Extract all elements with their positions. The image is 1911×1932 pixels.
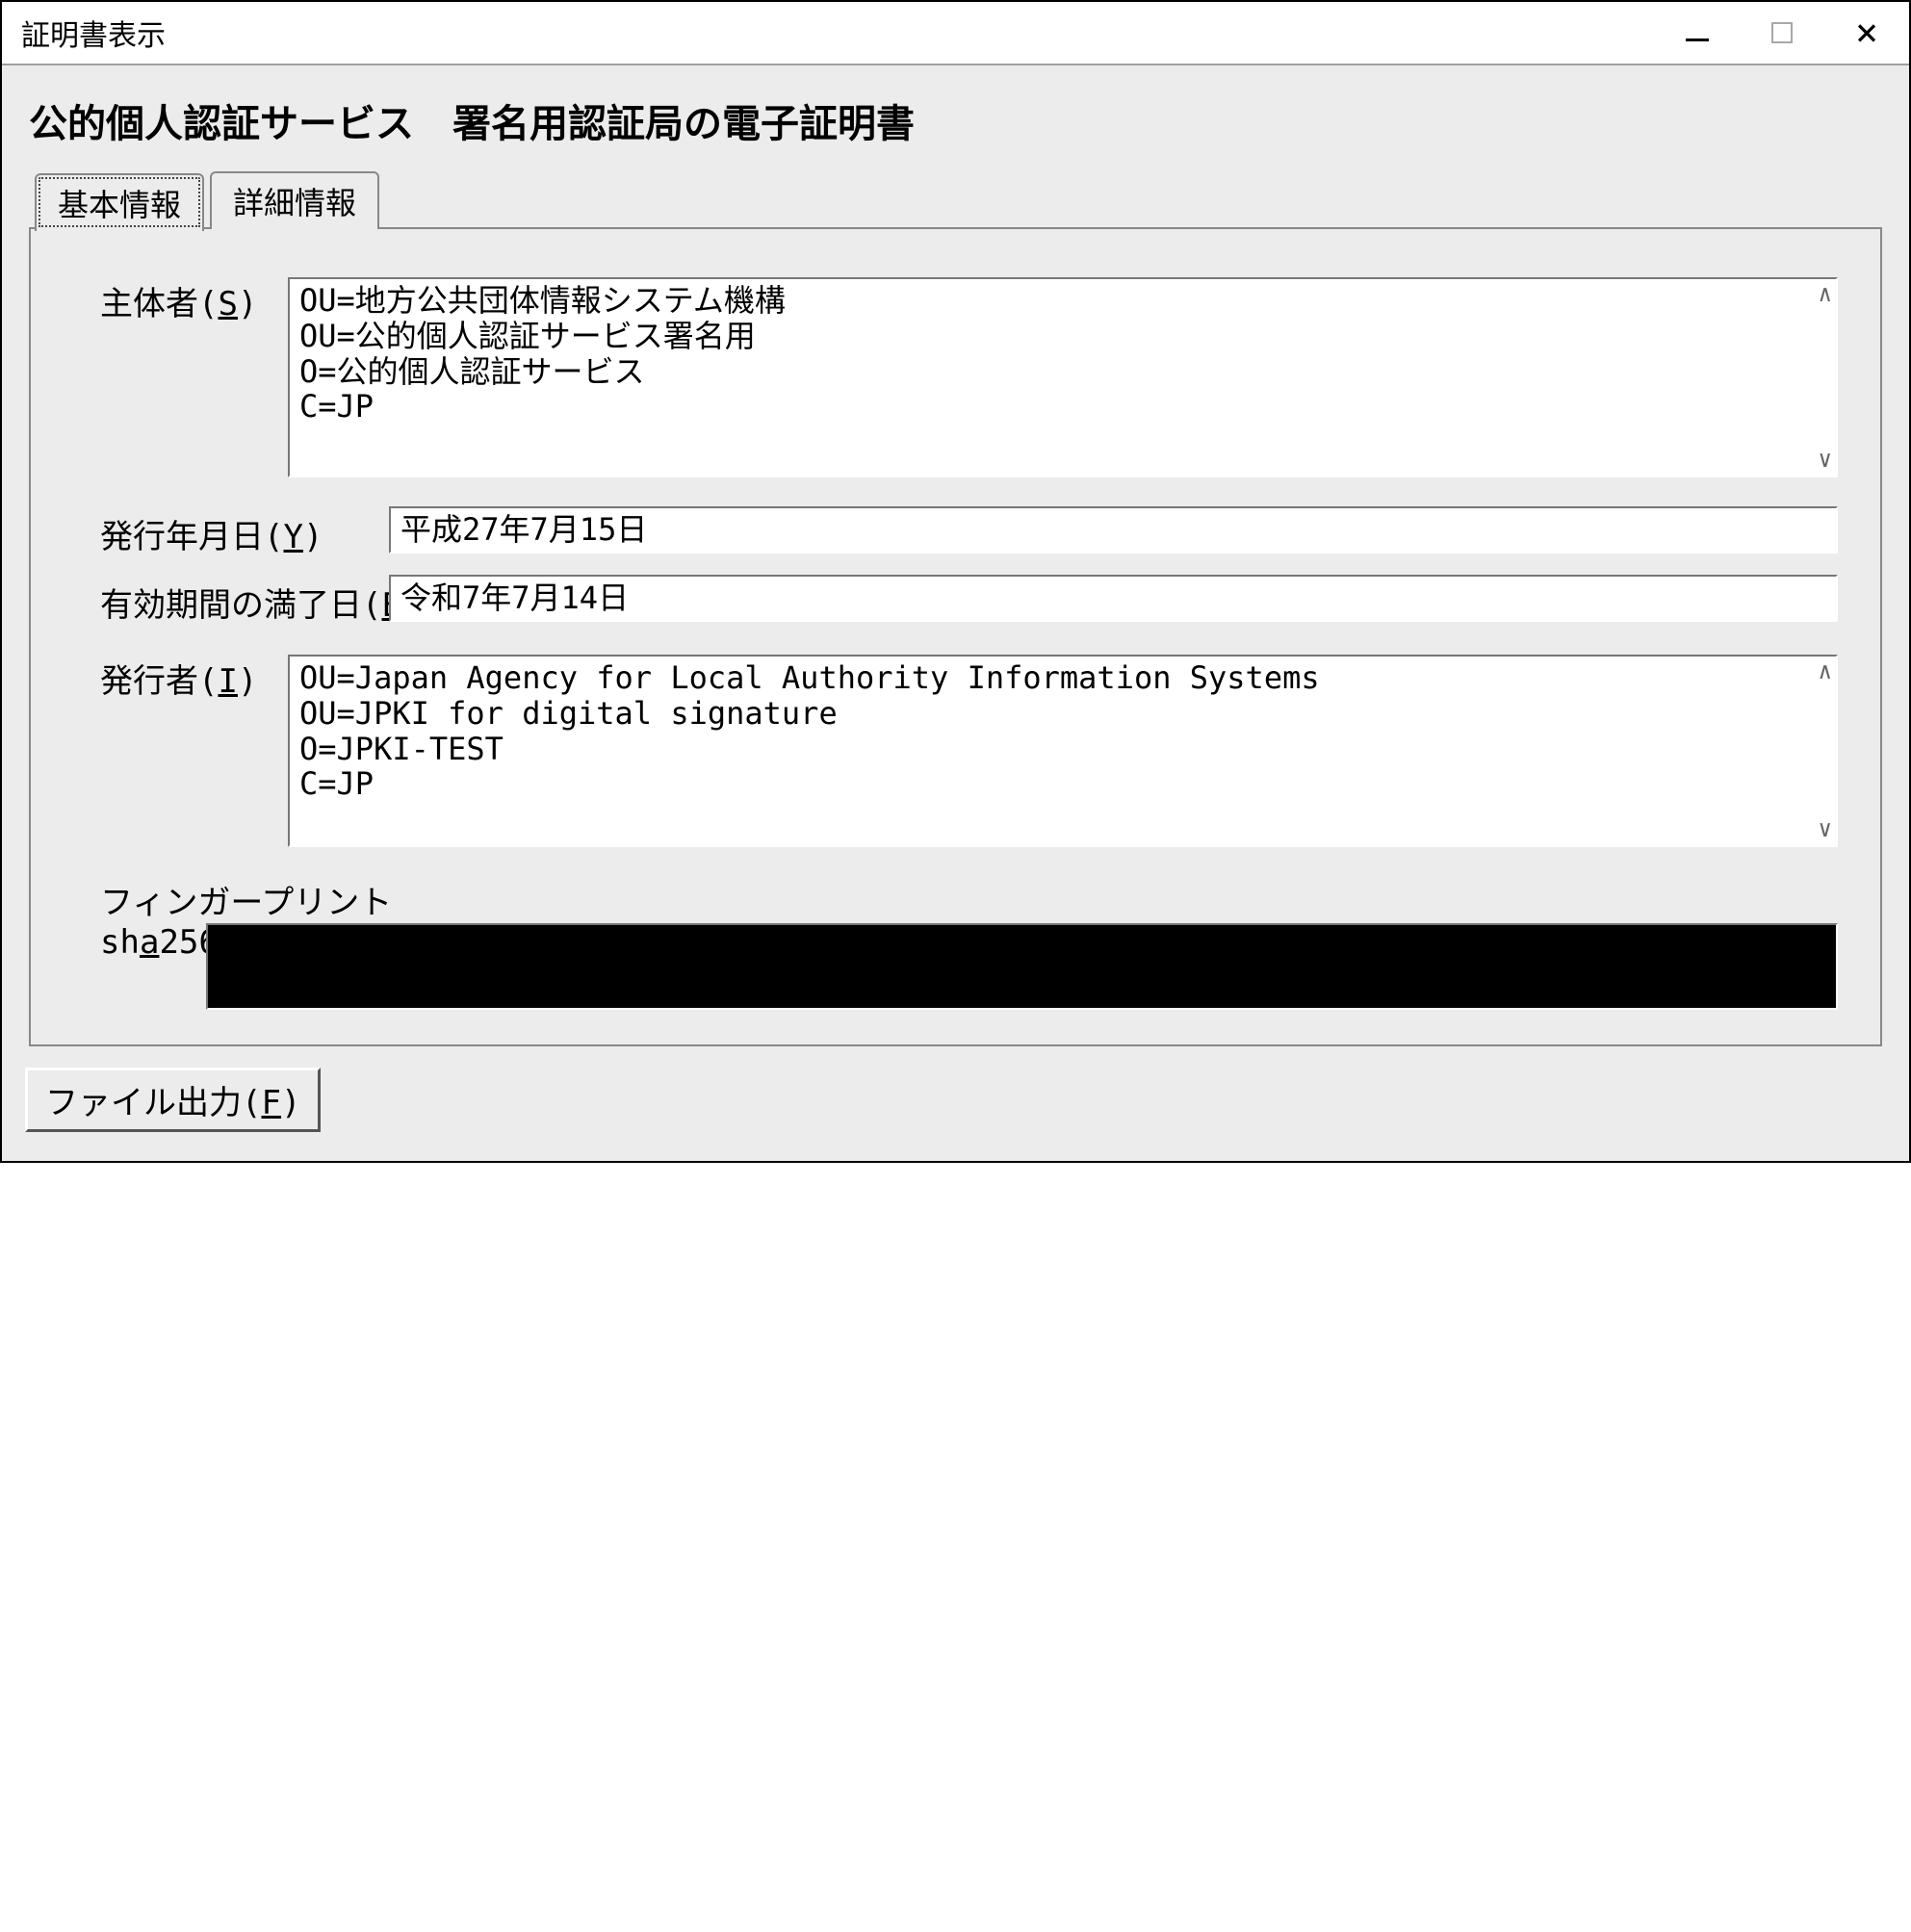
- fingerprint-sha-label: sha256: [100, 923, 206, 962]
- fingerprint-field[interactable]: [206, 923, 1838, 1010]
- window-title: 証明書表示: [21, 12, 166, 54]
- issuer-field[interactable]: OU=Japan Agency for Local Authority Info…: [288, 655, 1838, 847]
- scroll-up-icon[interactable]: ∧: [1819, 658, 1832, 685]
- issuer-value: OU=Japan Agency for Local Authority Info…: [299, 659, 1320, 802]
- subject-label: 主体者(S): [100, 277, 288, 324]
- scroll-up-icon[interactable]: ∧: [1819, 281, 1832, 308]
- tab-label: 基本情報: [58, 187, 181, 223]
- scroll-down-icon[interactable]: ∨: [1819, 447, 1832, 474]
- close-icon: ×: [1855, 13, 1878, 52]
- window-controls: ×: [1655, 2, 1909, 64]
- tab-basic-info[interactable]: 基本情報: [35, 173, 204, 231]
- fingerprint-label: フィンガープリント: [100, 876, 1838, 923]
- issue-date-row: 発行年月日(Y) 平成27年7月15日: [100, 506, 1838, 557]
- subject-value: OU=地方公共団体情報システム機構 OU=公的個人認証サービス署名用 O=公的個…: [299, 282, 786, 425]
- page-title: 公的個人認証サービス 署名用認証局の電子証明書: [29, 92, 1882, 148]
- maximize-button: [1740, 2, 1824, 64]
- tab-detail-info[interactable]: 詳細情報: [210, 171, 379, 229]
- minimize-icon: [1686, 39, 1709, 41]
- minimize-button[interactable]: [1655, 2, 1740, 64]
- tabs: 基本情報 詳細情報: [35, 171, 1882, 229]
- scroll-down-icon[interactable]: ∨: [1819, 816, 1832, 843]
- fingerprint-row: sha256: [100, 923, 1838, 1010]
- maximize-icon: [1771, 22, 1793, 43]
- subject-row: 主体者(S) OU=地方公共団体情報システム機構 OU=公的個人認証サービス署名…: [100, 277, 1838, 477]
- expiry-label: 有効期間の満了日(E): [100, 575, 389, 626]
- issue-date-field[interactable]: 平成27年7月15日: [389, 506, 1838, 554]
- issuer-label: 発行者(I): [100, 655, 288, 702]
- issuer-row: 発行者(I) OU=Japan Agency for Local Authori…: [100, 655, 1838, 847]
- expiry-field[interactable]: 令和7年7月14日: [389, 575, 1838, 622]
- subject-field[interactable]: OU=地方公共団体情報システム機構 OU=公的個人認証サービス署名用 O=公的個…: [288, 277, 1838, 477]
- issue-date-value: 平成27年7月15日: [400, 511, 647, 548]
- tab-label: 詳細情報: [233, 185, 356, 221]
- close-button[interactable]: ×: [1824, 2, 1909, 64]
- expiry-row: 有効期間の満了日(E) 令和7年7月14日: [100, 575, 1838, 626]
- issue-date-label: 発行年月日(Y): [100, 506, 389, 557]
- expiry-value: 令和7年7月14日: [400, 580, 629, 616]
- file-output-button[interactable]: ファイル出力(F): [25, 1068, 321, 1132]
- window: 証明書表示 × 公的個人認証サービス 署名用認証局の電子証明書 基本情報 詳細情…: [0, 0, 1911, 1163]
- client-area: 公的個人認証サービス 署名用認証局の電子証明書 基本情報 詳細情報 主体者(S)…: [2, 65, 1909, 1161]
- tab-panel: 主体者(S) OU=地方公共団体情報システム機構 OU=公的個人認証サービス署名…: [29, 227, 1882, 1046]
- titlebar[interactable]: 証明書表示 ×: [2, 2, 1909, 65]
- button-row: ファイル出力(F): [25, 1068, 1882, 1132]
